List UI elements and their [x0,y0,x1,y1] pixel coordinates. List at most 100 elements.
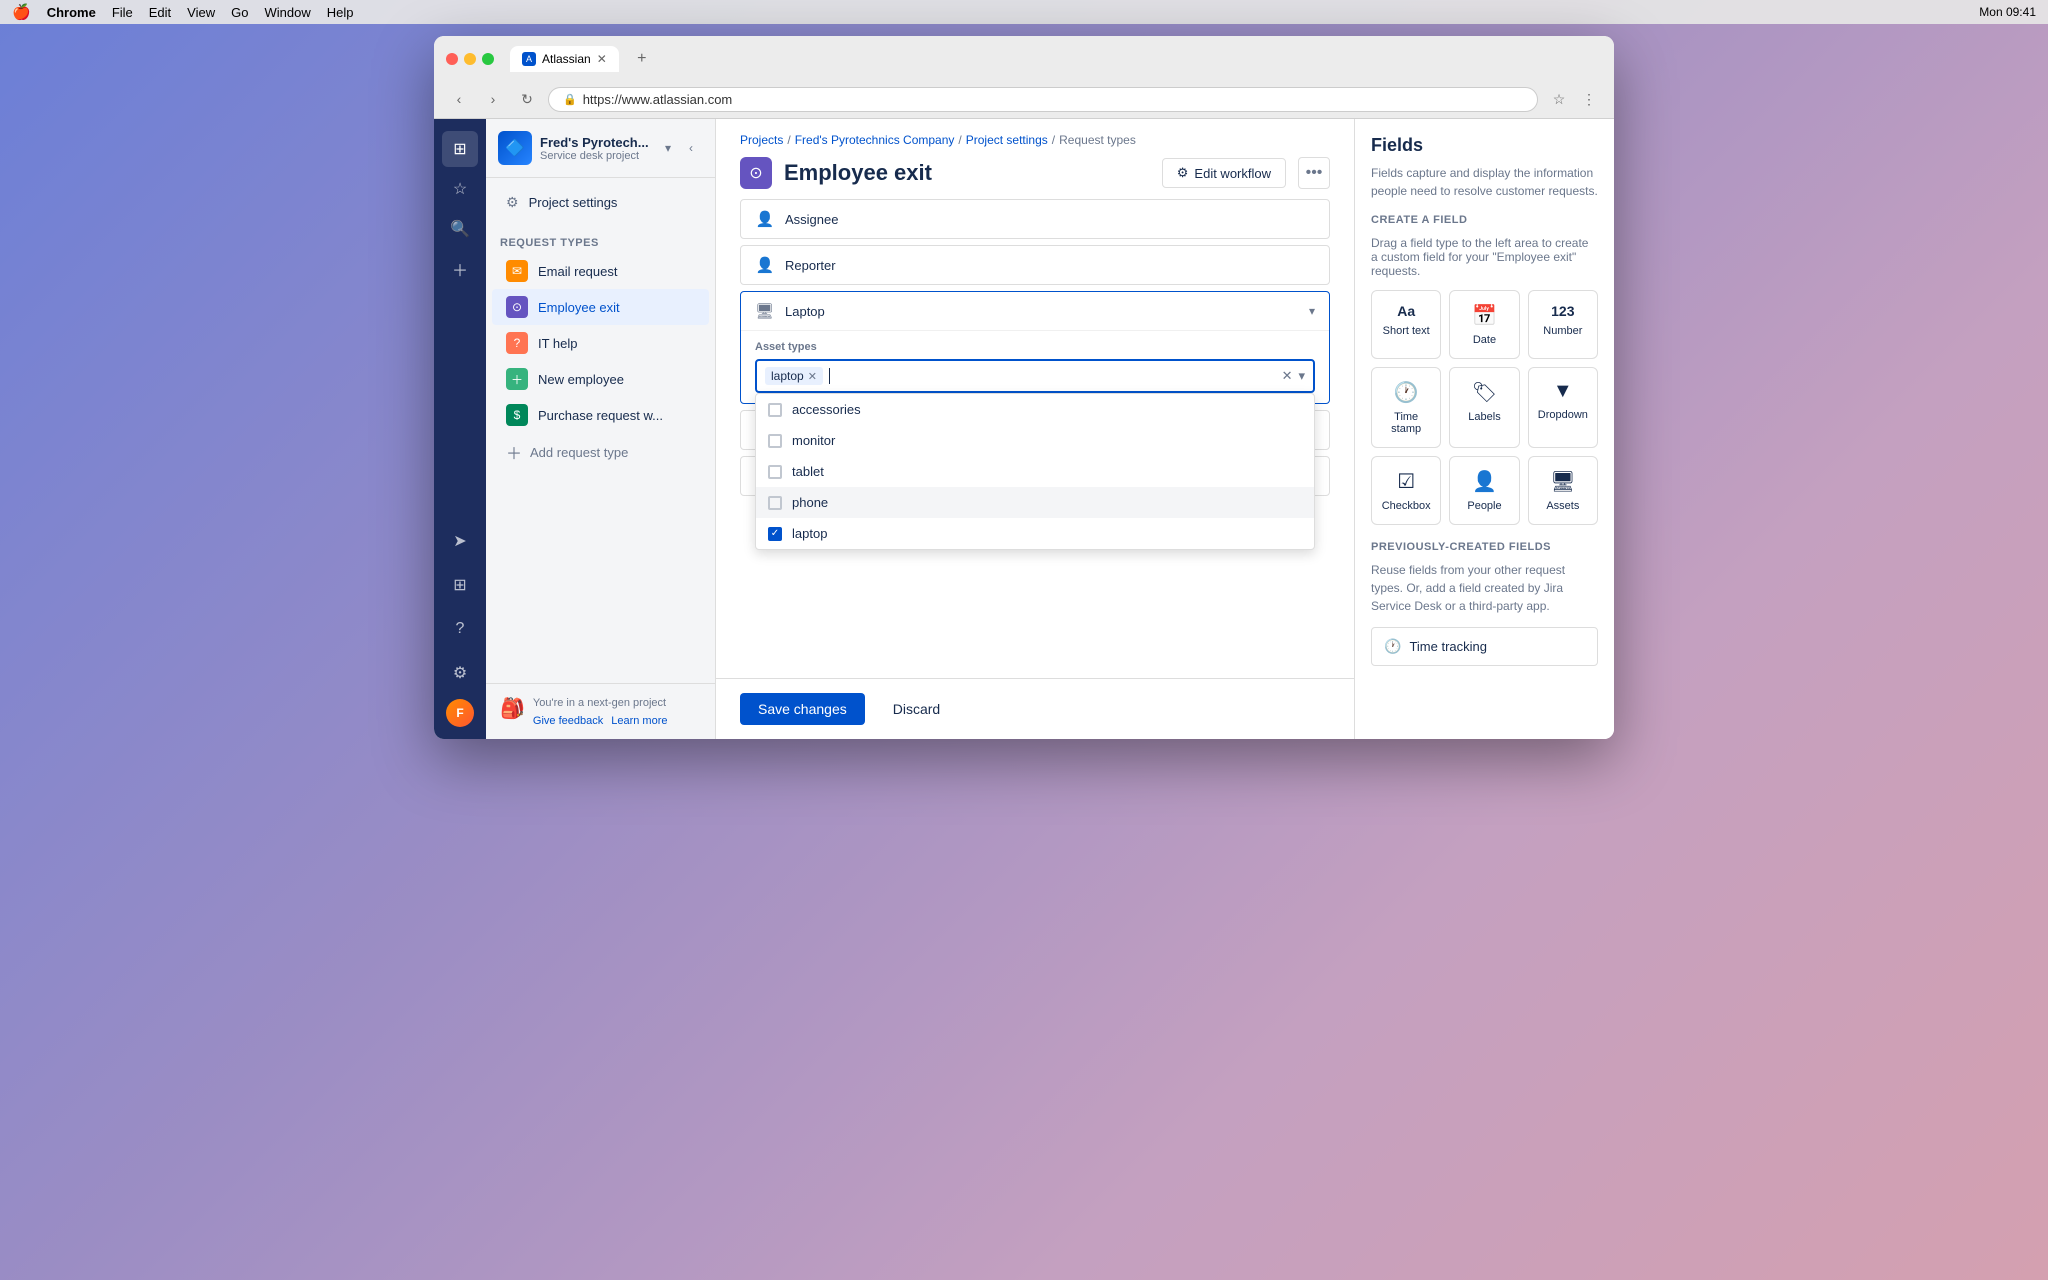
sidebar-collapse-button[interactable]: ‹ [679,136,703,160]
field-type-timestamp[interactable]: 🕐 Time stamp [1371,367,1441,448]
project-type: Service desk project [540,150,657,162]
tablet-label: tablet [792,464,824,479]
user-avatar[interactable]: F [446,699,474,727]
url-text: https://www.atlassian.com [583,92,733,107]
clear-input-icon[interactable]: ✕ [1282,368,1293,384]
field-type-short-text[interactable]: Aa Short text [1371,290,1441,359]
maximize-button[interactable] [482,53,494,65]
center-panel: Projects / Fred's Pyrotechnics Company /… [716,119,1354,739]
accessories-label: accessories [792,402,861,417]
sidebar-item-it-help[interactable]: ? IT help [492,325,709,361]
date-icon: 📅 [1472,303,1497,328]
tablet-checkbox[interactable] [768,465,782,479]
breadcrumb-company[interactable]: Fred's Pyrotechnics Company [795,133,955,147]
tag-input[interactable]: laptop ✕ ✕ ▾ [755,359,1315,393]
sidebar-item-project-settings[interactable]: ⚙ Project settings [492,186,709,219]
sidebar-item-employee-exit[interactable]: ⊙ Employee exit [492,289,709,325]
rail-home-icon[interactable]: ⊞ [442,131,478,167]
apple-menu[interactable]: 🍎 [12,3,31,21]
field-type-number[interactable]: 123 Number [1528,290,1598,359]
learn-more-link[interactable]: Learn more [611,715,667,727]
menu-go[interactable]: Go [231,5,248,20]
prev-fields-description: Reuse fields from your other request typ… [1371,561,1598,615]
monitor-checkbox[interactable] [768,434,782,448]
bookmark-icon[interactable]: ☆ [1546,86,1572,112]
rail-starred-icon[interactable]: ☆ [442,171,478,207]
dropdown-item-phone[interactable]: phone [756,487,1314,518]
laptop-field-header[interactable]: 🖥 Laptop ▾ [741,292,1329,330]
dropdown-item-accessories[interactable]: accessories [756,394,1314,425]
more-options-button[interactable]: ••• [1298,157,1330,189]
minimize-button[interactable] [464,53,476,65]
rail-search-icon[interactable]: 🔍 [442,211,478,247]
rail-help-icon[interactable]: ? [442,611,478,647]
time-tracking-field[interactable]: 🕐 Time tracking [1371,627,1598,666]
menu-edit[interactable]: Edit [149,5,171,20]
field-type-checkbox[interactable]: ☑ Checkbox [1371,456,1441,525]
menu-view[interactable]: View [187,5,215,20]
reporter-field-row: 👤 Reporter [740,245,1330,285]
assets-icon: 🖥 [1550,469,1575,494]
dropdown-item-laptop[interactable]: ✓ laptop [756,518,1314,549]
add-request-type-button[interactable]: ＋ Add request type [492,433,709,471]
create-field-section-title: CREATE A FIELD [1371,214,1598,226]
laptop-label: Laptop [785,304,1299,319]
address-bar[interactable]: 🔒 https://www.atlassian.com [548,87,1538,112]
project-dropdown-icon[interactable]: ▾ [665,141,671,155]
rail-create-icon[interactable]: ＋ [442,251,478,287]
it-help-icon: ? [506,332,528,354]
tag-remove-button[interactable]: ✕ [808,370,817,383]
edit-workflow-label: Edit workflow [1194,166,1271,181]
app-menu-chrome[interactable]: Chrome [47,5,96,20]
laptop-checkbox[interactable]: ✓ [768,527,782,541]
sidebar-footer: 🎒 You're in a next-gen project Give feed… [486,683,715,739]
dropdown-item-monitor[interactable]: monitor [756,425,1314,456]
field-type-date[interactable]: 📅 Date [1449,290,1519,359]
rail-grid-icon[interactable]: ⊞ [442,567,478,603]
assets-label: Assets [1546,500,1579,512]
breadcrumb-projects[interactable]: Projects [740,133,783,147]
accessories-checkbox[interactable] [768,403,782,417]
sidebar-item-purchase-request[interactable]: $ Purchase request w... [492,397,709,433]
forward-button[interactable]: › [480,86,506,112]
field-type-assets[interactable]: 🖥 Assets [1528,456,1598,525]
close-button[interactable] [446,53,458,65]
checkbox-label: Checkbox [1382,500,1431,512]
rail-send-icon[interactable]: ➤ [442,523,478,559]
more-options-icon[interactable]: ⋮ [1576,86,1602,112]
laptop-field: 🖥 Laptop ▾ Asset types laptop ✕ [740,291,1330,404]
labels-type-label: Labels [1468,411,1500,423]
save-changes-button[interactable]: Save changes [740,693,865,725]
field-type-dropdown[interactable]: ▼ Dropdown [1528,367,1598,448]
prev-fields-section-title: PREVIOUSLY-CREATED FIELDS [1371,541,1598,553]
number-label: Number [1543,325,1582,337]
discard-button[interactable]: Discard [875,693,958,725]
rail-settings-icon[interactable]: ⚙ [442,655,478,691]
create-field-description: Drag a field type to the left area to cr… [1371,236,1598,278]
back-button[interactable]: ‹ [446,86,472,112]
tab-close[interactable]: ✕ [597,52,607,66]
menu-window[interactable]: Window [264,5,310,20]
sidebar-item-new-employee[interactable]: ＋ New employee [492,361,709,397]
give-feedback-link[interactable]: Give feedback [533,715,603,727]
menu-help[interactable]: Help [327,5,354,20]
breadcrumb-project-settings[interactable]: Project settings [966,133,1048,147]
field-type-people[interactable]: 👤 People [1449,456,1519,525]
new-employee-label: New employee [538,372,624,387]
sidebar-nav: ⚙ Project settings [486,178,715,227]
reload-button[interactable]: ↻ [514,86,540,112]
asset-types-dropdown: accessories monitor tablet [755,393,1315,550]
dropdown-item-tablet[interactable]: tablet [756,456,1314,487]
menu-file[interactable]: File [112,5,133,20]
laptop-chevron-icon[interactable]: ▾ [1309,304,1315,318]
page-title: Employee exit [784,160,1150,186]
phone-checkbox[interactable] [768,496,782,510]
fields-list: 👤 Assignee 👤 Reporter 🖥 Laptop ▾ [716,199,1354,678]
dropdown-arrow-icon[interactable]: ▾ [1298,368,1305,384]
next-gen-text: You're in a next-gen project [533,696,668,711]
sidebar-item-email-request[interactable]: ✉ Email request [492,253,709,289]
field-type-labels[interactable]: 🏷 Labels [1449,367,1519,448]
new-tab-button[interactable]: + [631,48,653,70]
browser-tab[interactable]: A Atlassian ✕ [510,46,619,72]
edit-workflow-button[interactable]: ⚙ Edit workflow [1162,158,1286,188]
